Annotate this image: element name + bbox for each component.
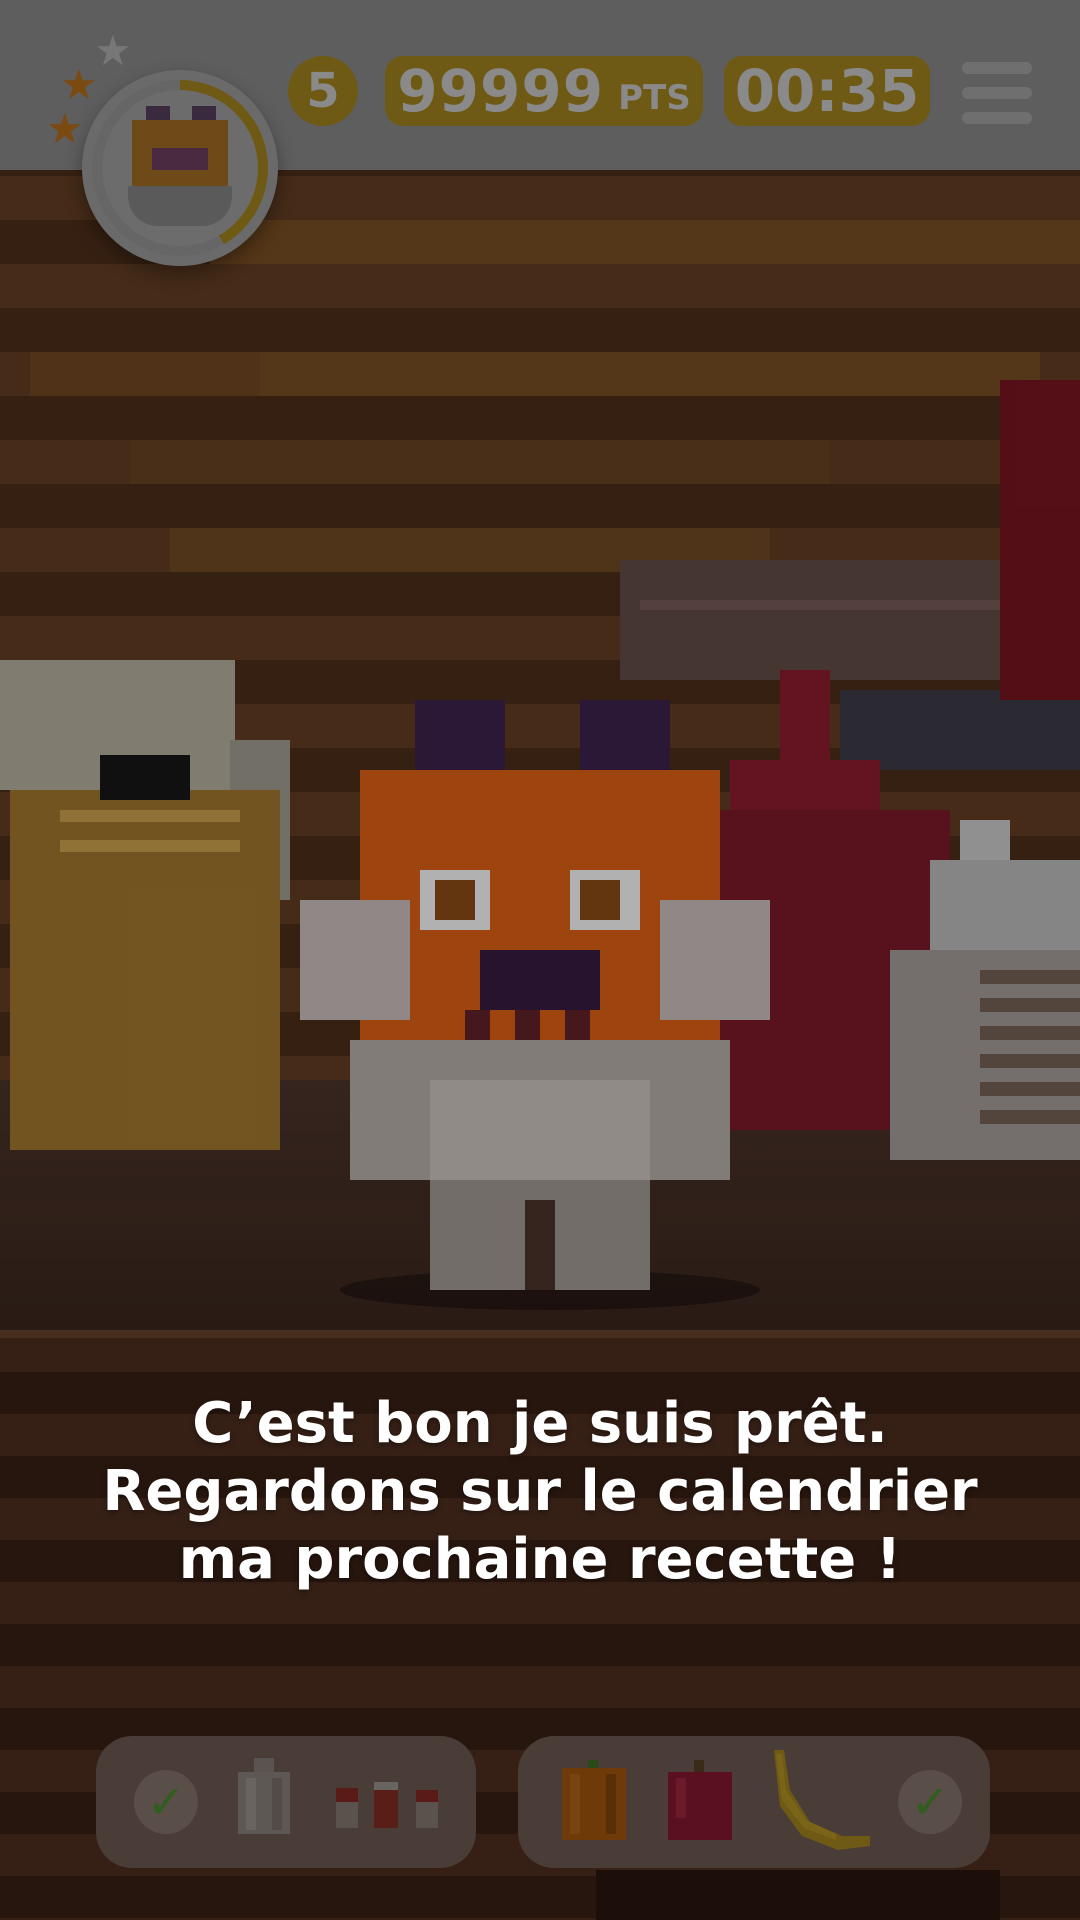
checkmark-icon: ✓ <box>898 1770 962 1834</box>
star-filled-icon: ★ <box>60 60 98 109</box>
timer-display: 00:35 <box>724 56 930 126</box>
star-filled-icon: ★ <box>46 104 84 153</box>
ingredient-tray-left[interactable]: ✓ <box>96 1736 476 1868</box>
dialog-dim-overlay <box>0 0 1080 1920</box>
score-display: 99999 PTS <box>385 56 703 126</box>
dialog-text[interactable]: C’est bon je suis prêt. Regardons sur le… <box>0 1390 1080 1594</box>
star-empty-icon: ★ <box>94 26 132 75</box>
menu-icon <box>962 87 1032 99</box>
level-badge: 5 <box>288 56 358 126</box>
banana-icon <box>774 1750 870 1850</box>
garlic-icon <box>238 1758 290 1834</box>
dialog-line: ma prochaine recette ! <box>178 1527 902 1592</box>
apple-icon <box>668 1760 732 1840</box>
menu-button[interactable] <box>962 62 1032 124</box>
avatar-character-icon <box>102 90 258 246</box>
game-scene <box>0 0 1080 1920</box>
menu-icon <box>962 62 1032 74</box>
ingredient-tray-right[interactable]: ✓ <box>518 1736 990 1868</box>
dialog-line: Regardons sur le calendrier <box>102 1459 978 1524</box>
checkmark-icon: ✓ <box>134 1770 198 1834</box>
dialog-line: C’est bon je suis prêt. <box>192 1391 888 1456</box>
avatar-bowl <box>128 186 232 226</box>
spice-jars-icon <box>336 1782 438 1828</box>
score-value: 99999 <box>397 57 605 125</box>
score-unit: PTS <box>618 78 691 118</box>
menu-icon <box>962 112 1032 124</box>
avatar-face <box>152 148 208 170</box>
orange-icon <box>562 1760 626 1840</box>
